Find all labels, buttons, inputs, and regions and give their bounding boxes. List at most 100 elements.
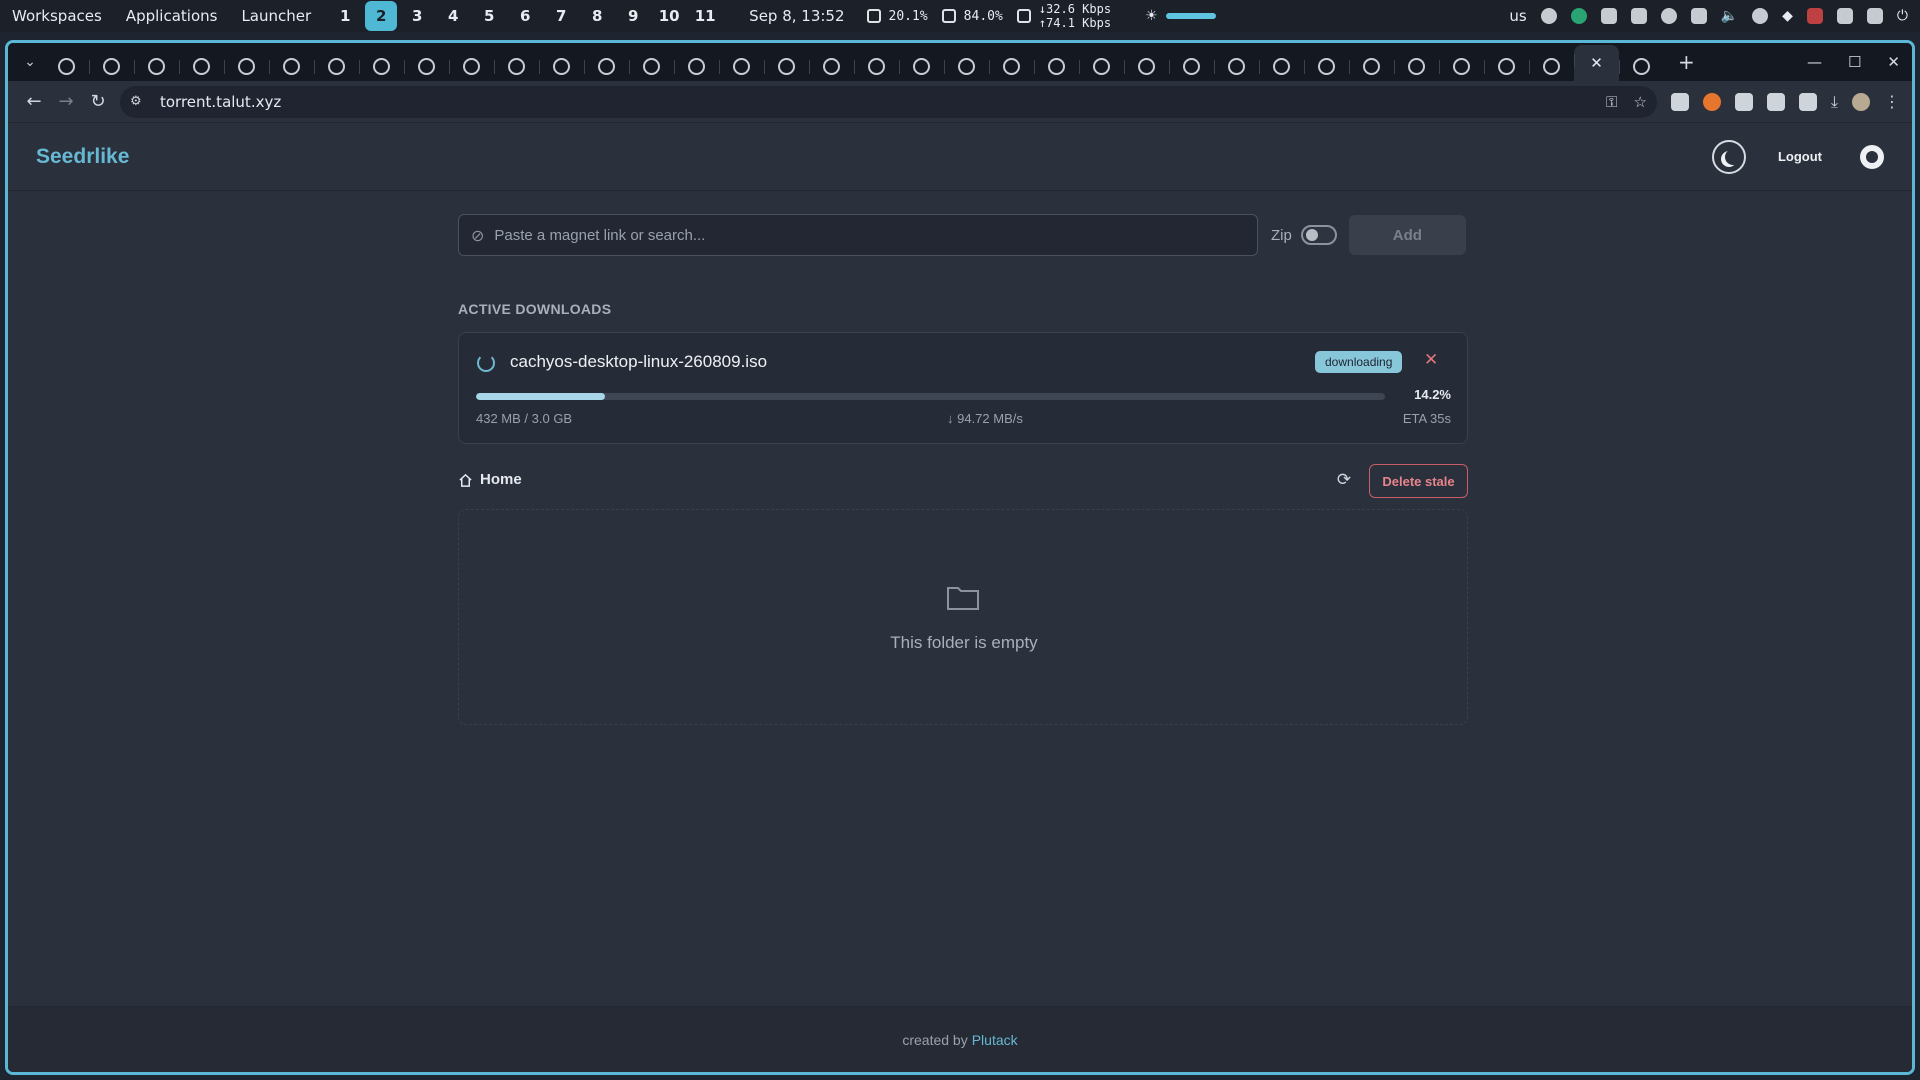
- kebab-menu-icon[interactable]: ⋮: [1884, 92, 1900, 111]
- browser-tab[interactable]: [179, 51, 224, 81]
- browser-tab[interactable]: [134, 51, 179, 81]
- tab-active[interactable]: ✕: [1574, 45, 1619, 81]
- github-icon[interactable]: [1860, 144, 1884, 169]
- notifications-icon[interactable]: [1866, 8, 1883, 24]
- theme-toggle-button[interactable]: [1711, 139, 1746, 174]
- workspace-1[interactable]: 1: [329, 1, 361, 31]
- workspace-8[interactable]: 8: [581, 1, 613, 31]
- browser-tab[interactable]: [629, 51, 674, 81]
- reload-button[interactable]: ↻: [82, 91, 114, 112]
- brightness-icon[interactable]: ☀: [1145, 8, 1158, 24]
- launcher-menu[interactable]: Launcher: [229, 7, 323, 25]
- back-button[interactable]: ←: [18, 91, 50, 112]
- password-key-icon[interactable]: ⚿: [1606, 93, 1617, 111]
- clock[interactable]: Sep 8, 13:52: [749, 7, 844, 25]
- workspace-11[interactable]: 11: [689, 1, 721, 31]
- browser-tab[interactable]: [1529, 51, 1574, 81]
- refresh-icon[interactable]: ⟳: [1334, 470, 1354, 490]
- bluetooth-icon[interactable]: [1752, 8, 1769, 24]
- power-icon[interactable]: ⏻: [1897, 8, 1908, 24]
- workspace-4[interactable]: 4: [437, 1, 469, 31]
- magnet-input[interactable]: [494, 226, 1245, 244]
- breadcrumb-home[interactable]: Home: [480, 471, 522, 488]
- url-text[interactable]: torrent.talut.xyz: [160, 93, 281, 111]
- wifi-icon[interactable]: ◆: [1782, 8, 1793, 24]
- browser-tab[interactable]: [404, 51, 449, 81]
- workspace-7[interactable]: 7: [545, 1, 577, 31]
- browser-tab[interactable]: [494, 51, 539, 81]
- app-tray-icon[interactable]: [1570, 8, 1587, 24]
- battery-icon[interactable]: [1836, 8, 1853, 24]
- browser-tab[interactable]: [899, 51, 944, 81]
- new-tab-button[interactable]: +: [1678, 50, 1695, 74]
- cloud-extension-icon[interactable]: [1670, 92, 1689, 111]
- browser-tab[interactable]: [764, 51, 809, 81]
- vpn-icon[interactable]: [1660, 8, 1677, 24]
- browser-tab[interactable]: [1304, 51, 1349, 81]
- workspace-6[interactable]: 6: [509, 1, 541, 31]
- browser-tab[interactable]: [584, 51, 629, 81]
- metamask-extension-icon[interactable]: [1702, 92, 1721, 111]
- accessibility-icon[interactable]: [1540, 8, 1557, 24]
- workspace-9[interactable]: 9: [617, 1, 649, 31]
- minimize-button[interactable]: —: [1807, 53, 1822, 71]
- browser-tab[interactable]: [989, 51, 1034, 81]
- browser-tab[interactable]: [1214, 51, 1259, 81]
- logout-button[interactable]: Logout: [1778, 149, 1822, 164]
- app-icon[interactable]: [1630, 8, 1647, 24]
- browser-tab[interactable]: [1169, 51, 1214, 81]
- browser-tab[interactable]: [449, 51, 494, 81]
- close-tab-icon[interactable]: ✕: [1590, 54, 1603, 72]
- brand-logo[interactable]: Seedrlike: [36, 145, 129, 169]
- magnet-search-box[interactable]: ⊘: [458, 214, 1258, 256]
- add-button[interactable]: Add: [1348, 215, 1466, 255]
- workspaces-menu[interactable]: Workspaces: [0, 7, 114, 25]
- browser-tab[interactable]: [1619, 51, 1664, 81]
- profile-avatar[interactable]: [1852, 92, 1870, 111]
- display-icon[interactable]: [1690, 8, 1707, 24]
- download-icon[interactable]: ⤓: [1831, 92, 1838, 112]
- volume-icon[interactable]: 🔈: [1721, 8, 1738, 24]
- browser-tab[interactable]: [809, 51, 854, 81]
- browser-tab[interactable]: [1484, 51, 1529, 81]
- puzzle-extensions-icon[interactable]: [1798, 92, 1817, 111]
- tab-search-icon[interactable]: ⌄: [16, 54, 44, 70]
- browser-tab[interactable]: [314, 51, 359, 81]
- address-bar[interactable]: ⚙ torrent.talut.xyz ⚿ ☆: [120, 85, 1657, 118]
- browser-tab[interactable]: [1439, 51, 1484, 81]
- browser-tab[interactable]: [1259, 51, 1304, 81]
- brightness-slider[interactable]: [1165, 13, 1216, 19]
- keyboard-layout[interactable]: us: [1509, 7, 1526, 25]
- extension-icon[interactable]: [1766, 92, 1785, 111]
- bookmark-star-icon[interactable]: ☆: [1633, 93, 1646, 111]
- browser-tab[interactable]: [854, 51, 899, 81]
- browser-tab[interactable]: [269, 51, 314, 81]
- browser-tab[interactable]: [1124, 51, 1169, 81]
- workspace-2[interactable]: 2: [365, 1, 398, 31]
- browser-tab[interactable]: [719, 51, 764, 81]
- browser-tab[interactable]: [44, 51, 89, 81]
- applications-menu[interactable]: Applications: [114, 7, 230, 25]
- workspace-10[interactable]: 10: [653, 1, 685, 31]
- browser-tab[interactable]: [1394, 51, 1439, 81]
- browser-tab[interactable]: [1349, 51, 1394, 81]
- browser-tab[interactable]: [224, 51, 269, 81]
- delete-stale-button[interactable]: Delete stale: [1369, 464, 1468, 498]
- recording-icon[interactable]: [1806, 8, 1823, 24]
- browser-tab[interactable]: [539, 51, 584, 81]
- maximize-button[interactable]: ☐: [1848, 53, 1861, 71]
- site-info-icon[interactable]: ⚙: [130, 94, 148, 109]
- workspace-3[interactable]: 3: [401, 1, 433, 31]
- extension-icon[interactable]: [1734, 92, 1753, 111]
- browser-tab[interactable]: [359, 51, 404, 81]
- workspace-5[interactable]: 5: [473, 1, 505, 31]
- browser-tab[interactable]: [89, 51, 134, 81]
- browser-tab[interactable]: [674, 51, 719, 81]
- close-window-button[interactable]: ✕: [1887, 53, 1900, 71]
- browser-tab[interactable]: [944, 51, 989, 81]
- author-link[interactable]: Plutack: [972, 1032, 1018, 1048]
- zip-toggle[interactable]: [1300, 225, 1337, 245]
- browser-tab[interactable]: [1034, 51, 1079, 81]
- browser-tab[interactable]: [1079, 51, 1124, 81]
- slack-icon[interactable]: [1600, 8, 1617, 24]
